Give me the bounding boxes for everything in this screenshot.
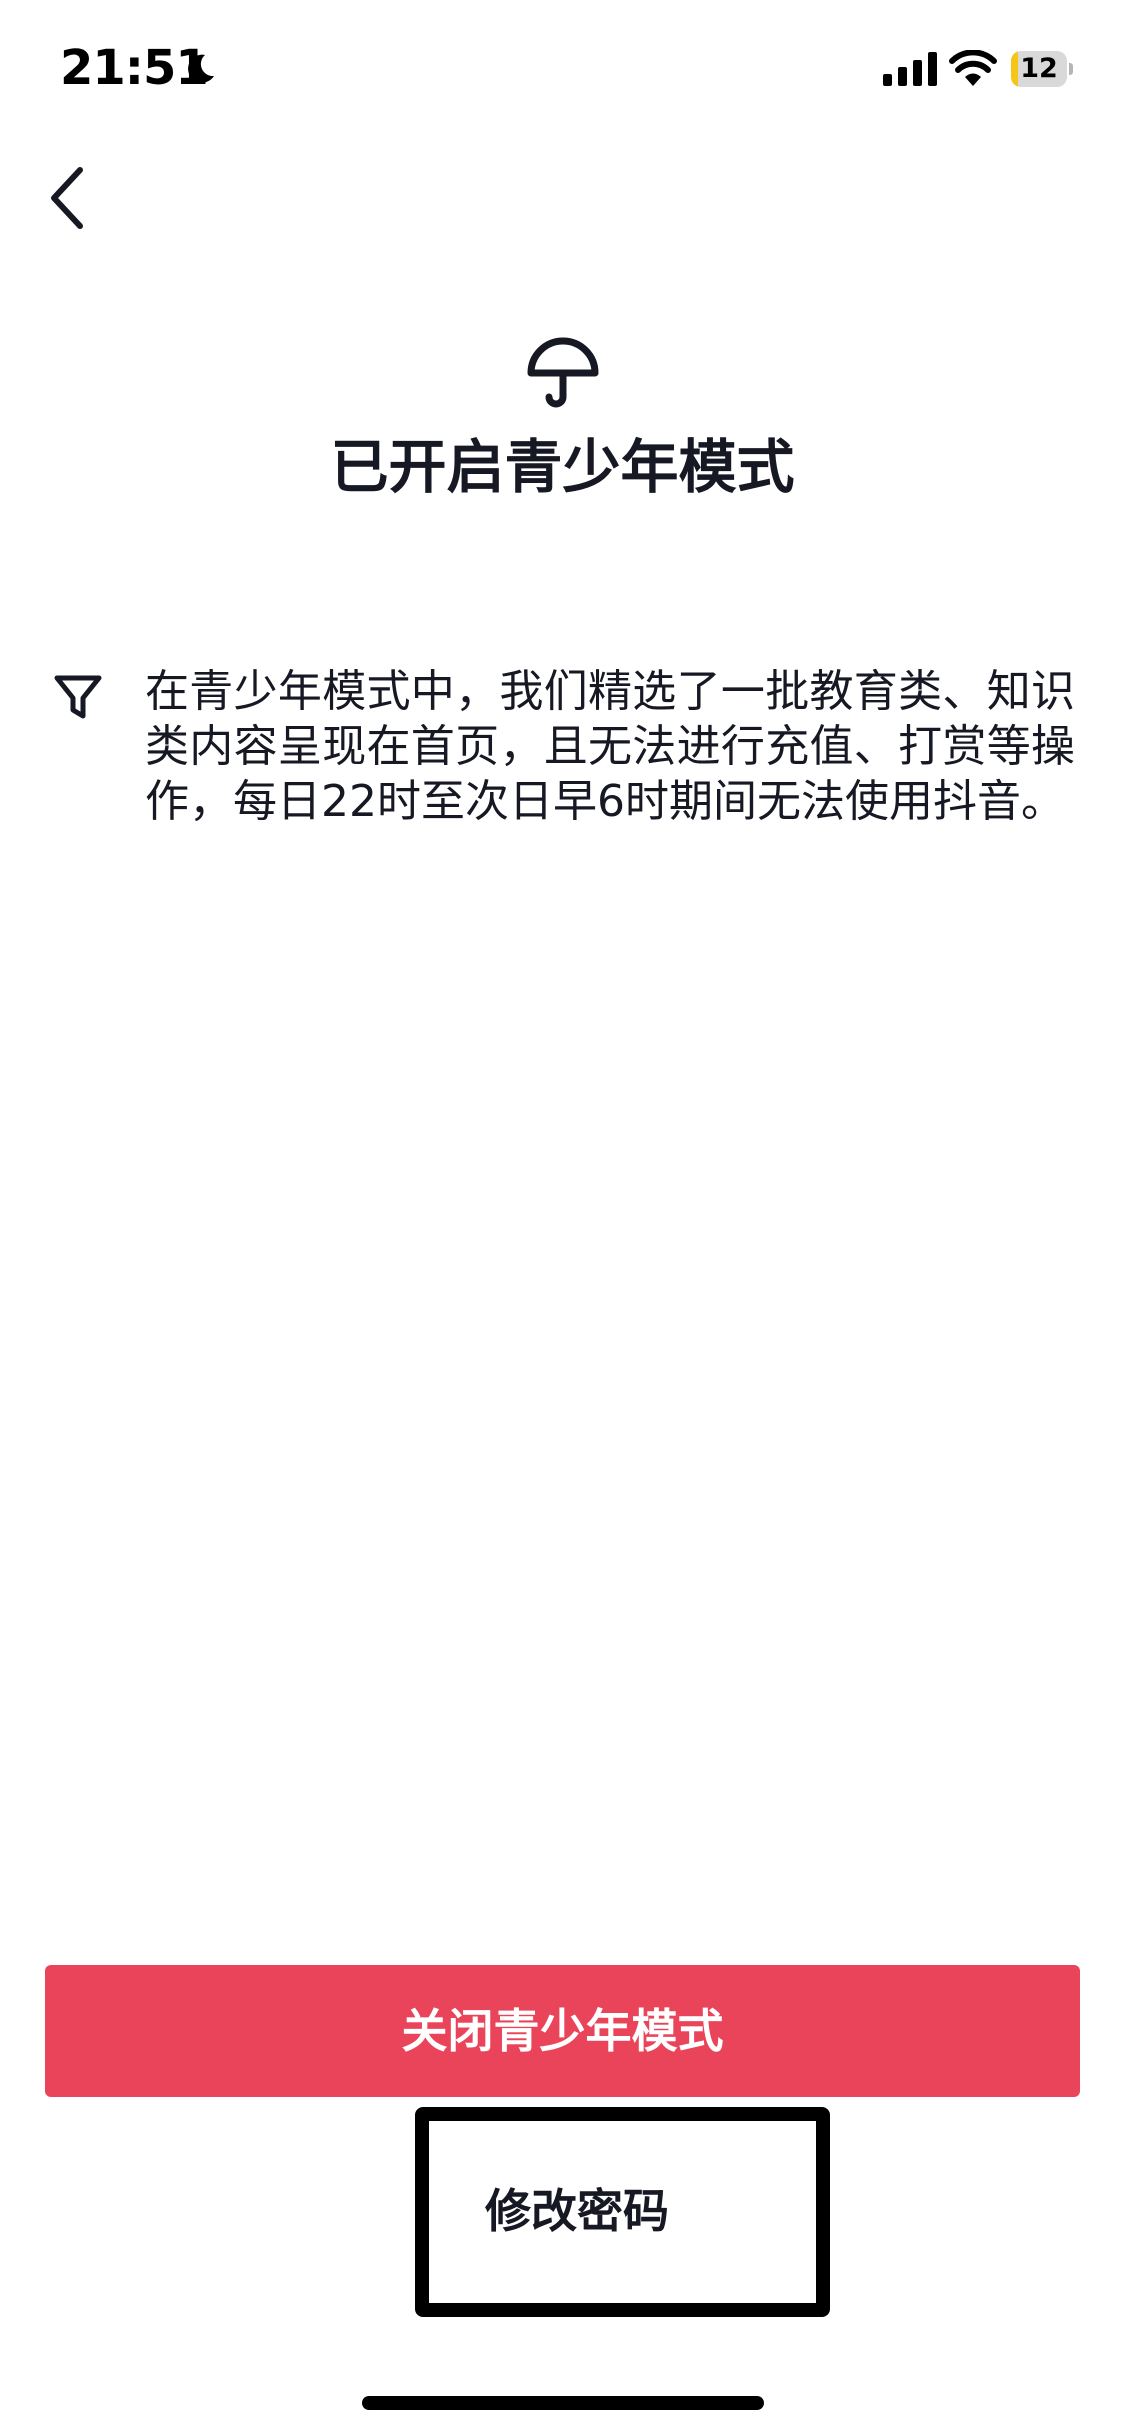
change-password-button[interactable]: 修改密码 [415, 2107, 830, 2317]
battery-indicator: 12 [1011, 51, 1073, 87]
screen: 21:51 12 已开启青少年模式 在青少年模式中，我们精选了一批教育类、知识类… [0, 0, 1125, 2436]
back-button[interactable] [42, 160, 102, 236]
moon-icon [188, 54, 214, 83]
close-teen-mode-button[interactable]: 关闭青少年模式 [45, 1965, 1080, 2097]
battery-level-text: 12 [1020, 53, 1058, 84]
signal-icon [883, 52, 937, 86]
home-indicator[interactable] [362, 2396, 764, 2410]
change-password-label: 修改密码 [485, 2184, 669, 2238]
battery-body: 12 [1011, 51, 1067, 87]
wifi-icon [949, 50, 997, 86]
umbrella-icon [527, 337, 599, 408]
filter-icon [54, 675, 102, 719]
page-title: 已开启青少年模式 [330, 433, 795, 501]
battery-cap [1069, 63, 1073, 75]
chevron-left-icon [51, 167, 83, 229]
info-description: 在青少年模式中，我们精选了一批教育类、知识类内容呈现在首页，且无法进行充值、打赏… [145, 666, 1075, 827]
